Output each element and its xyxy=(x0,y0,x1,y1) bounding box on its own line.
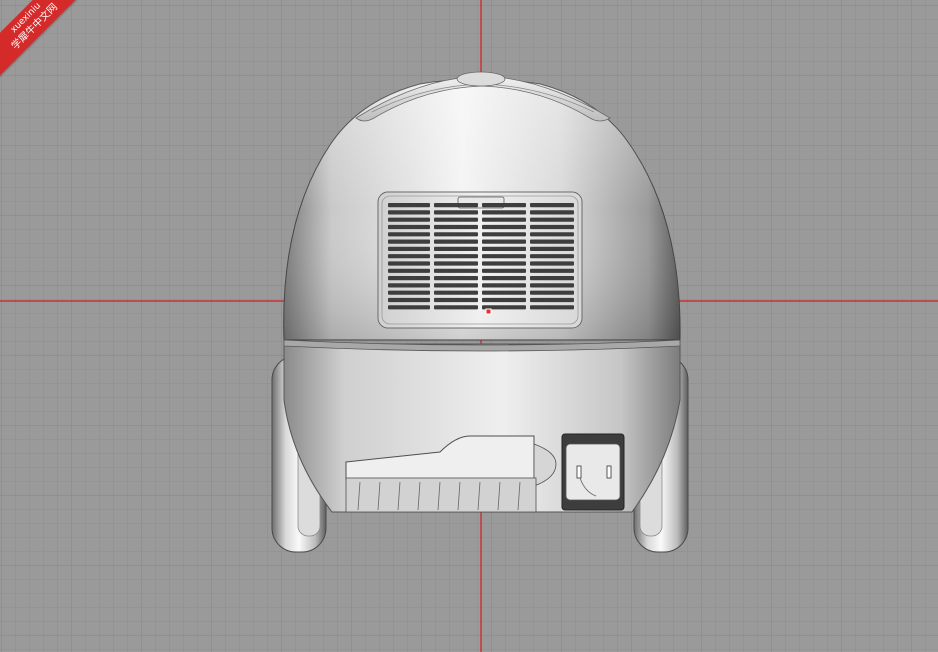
grille-slot xyxy=(482,254,526,259)
top-button[interactable] xyxy=(456,71,506,87)
grille-slot xyxy=(388,283,430,288)
grille-slot xyxy=(434,210,478,215)
grille-slot xyxy=(388,297,430,303)
indicator-light xyxy=(485,308,492,315)
grille-slot xyxy=(388,254,430,259)
grille-slot xyxy=(434,290,478,295)
grille-slot xyxy=(530,239,574,244)
grille-slot xyxy=(434,276,478,281)
grille-slot xyxy=(530,254,574,259)
grille-slot xyxy=(388,246,430,251)
grille-slot xyxy=(434,254,478,259)
grille-slot xyxy=(388,305,430,310)
grille-slot xyxy=(530,232,574,237)
socket-pin-left xyxy=(576,465,582,479)
grille-slot xyxy=(434,224,478,230)
grille-slot xyxy=(388,210,430,215)
grille-slot xyxy=(434,297,478,303)
grille-slot xyxy=(434,217,478,222)
grille-slot xyxy=(482,239,526,244)
grille-slot xyxy=(530,224,574,230)
grille-slot xyxy=(482,210,526,215)
grille-slot xyxy=(434,261,478,266)
grille-slot xyxy=(530,276,574,281)
grille-slot xyxy=(530,210,574,215)
vacuum-cleaner-model[interactable] xyxy=(271,71,689,553)
grille-slot xyxy=(434,203,478,208)
grille-slot xyxy=(482,261,526,266)
grille-slot xyxy=(530,246,574,251)
rhino-front-viewport[interactable]: xuexiniu 学犀牛中文网 xyxy=(0,0,938,652)
grille-slot xyxy=(434,232,478,237)
exhaust-grille[interactable] xyxy=(377,191,583,329)
grille-slot xyxy=(482,203,526,208)
grille-slot xyxy=(482,290,526,295)
grille-slot xyxy=(388,239,430,244)
grille-slot xyxy=(434,239,478,244)
grille-slot xyxy=(530,261,574,266)
grille-slot xyxy=(482,217,526,222)
grille-slot xyxy=(530,268,574,273)
grille-slot xyxy=(388,232,430,237)
grille-slot xyxy=(530,283,574,288)
grille-slot xyxy=(482,268,526,273)
grille-slot xyxy=(388,268,430,273)
grille-slot xyxy=(388,217,430,222)
grille-slot xyxy=(482,283,526,288)
grille-slot xyxy=(530,290,574,295)
grille-slot xyxy=(482,246,526,251)
grille-slot xyxy=(482,224,526,230)
grille-slot xyxy=(530,305,574,310)
grille-slot xyxy=(434,246,478,251)
grille-slot xyxy=(434,283,478,288)
grille-slot xyxy=(434,305,478,310)
socket-pin-right xyxy=(606,465,612,479)
grille-slot xyxy=(482,232,526,237)
grille-slot xyxy=(482,297,526,303)
grille-slot xyxy=(388,203,430,208)
grille-slot xyxy=(530,217,574,222)
grille-slot xyxy=(388,290,430,295)
grille-slot xyxy=(482,276,526,281)
grille-slot xyxy=(388,224,430,230)
grille-slot xyxy=(388,261,430,266)
viewport-canvas[interactable] xyxy=(0,0,938,652)
power-socket[interactable] xyxy=(561,433,625,511)
grille-slot xyxy=(434,268,478,273)
grille-slot xyxy=(530,297,574,303)
grille-slot xyxy=(530,203,574,208)
grille-slot xyxy=(388,276,430,281)
